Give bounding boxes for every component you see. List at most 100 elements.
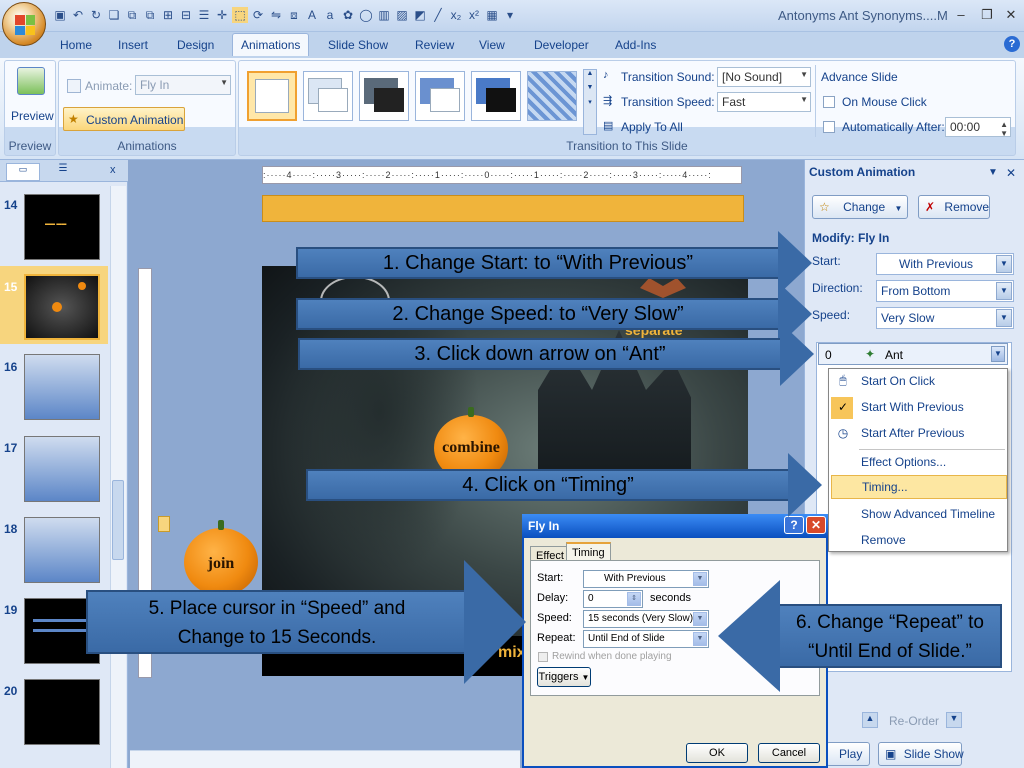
move-up-icon[interactable]: ▲ [862,712,878,728]
tab-timing[interactable]: Timing [566,542,611,562]
slide-thumbnail-16[interactable] [24,354,100,420]
transition-dissolve[interactable] [527,71,577,121]
tab-design[interactable]: Design [177,38,214,52]
tab-animations[interactable]: Animations [232,33,310,56]
transition-sound-select[interactable]: [No Sound] ▼ [717,67,811,87]
shape-icon[interactable]: ◯ [358,7,374,23]
animation-item-ant[interactable]: 0 ✦ Ant ▼ [818,343,1008,365]
chevron-down-icon[interactable]: ▼ [991,346,1005,362]
arrange-icon[interactable]: ⧈ [286,7,302,23]
tab-view[interactable]: View [479,38,505,52]
cancel-button[interactable]: Cancel [758,743,820,763]
speed-select[interactable]: Very Slow ▼ [876,307,1014,329]
line-icon[interactable]: ╱ [430,7,446,23]
tab-home[interactable]: Home [60,38,92,52]
dialog-start-select[interactable]: With Previous ▼ [583,570,709,588]
automatically-after-time[interactable]: 00:00 ▲ ▼ [945,117,1011,138]
apply-to-all-button[interactable]: Apply To All [621,120,683,134]
play-button[interactable]: Play [826,742,870,766]
image-icon[interactable]: ▦ [484,7,500,23]
preview-button[interactable]: Preview [11,109,54,123]
transition-none[interactable] [247,71,297,121]
slide-thumbnail-17[interactable] [24,436,100,502]
tab-insert[interactable]: Insert [118,38,148,52]
rotate-icon[interactable]: ⟳ [250,7,266,23]
close-pane-icon[interactable]: x [110,164,116,176]
select-icon[interactable]: ⬚ [232,7,248,23]
dialog-close-icon[interactable]: ✕ [806,516,826,534]
font-grow-icon[interactable]: A [304,7,320,23]
tab-review[interactable]: Review [415,38,454,52]
subscript-icon[interactable]: x₂ [448,7,464,23]
automatically-after-checkbox[interactable] [823,121,835,133]
bullets-icon[interactable]: ☰ [196,7,212,23]
start-select[interactable]: With Previous ▼ [876,253,1014,275]
group-icon[interactable]: ⧉ [124,7,140,23]
outline-tab-icon[interactable]: ☰ [46,163,80,181]
transition-speed-select[interactable]: Fast ▼ [717,92,811,112]
chart-icon[interactable]: ▥ [376,7,392,23]
superscript-icon[interactable]: x² [466,7,482,23]
on-mouse-click-checkbox[interactable] [823,96,835,108]
minimize-button[interactable]: – [950,6,972,24]
font-shrink-icon[interactable]: a [322,7,338,23]
ungroup-icon[interactable]: ⧉ [142,7,158,23]
rewind-checkbox[interactable] [538,652,548,662]
menu-remove[interactable]: Remove [861,533,906,547]
restore-button[interactable]: ❐ [976,6,998,24]
move-down-icon[interactable]: ▼ [946,712,962,728]
tab-slide-show[interactable]: Slide Show [328,38,388,52]
animate-select[interactable]: Fly In ▼ [135,75,231,95]
clipart-icon[interactable]: ✿ [340,7,356,23]
fill-icon[interactable]: ◩ [412,7,428,23]
office-button[interactable] [2,2,46,46]
redo-icon[interactable]: ↻ [88,7,104,23]
slide-thumbnail-14[interactable]: ▬▬ ▬▬ [24,194,100,260]
transition-cut-black[interactable] [471,71,521,121]
pane-options-icon[interactable]: ▼ [988,167,998,178]
transition-cut[interactable] [415,71,465,121]
direction-select[interactable]: From Bottom ▼ [876,280,1014,302]
transition-fade-black[interactable] [359,71,409,121]
slide-show-button[interactable]: ▣ Slide Show [878,742,964,766]
customize-qat-icon[interactable]: ▾ [502,7,518,23]
dialog-help-icon[interactable]: ? [784,516,804,534]
save-icon[interactable]: ▣ [52,7,68,23]
menu-show-advanced-timeline[interactable]: Show Advanced Timeline [861,507,995,521]
triggers-button[interactable]: Triggers ▼ [537,667,591,687]
gallery-scroll[interactable]: ▲ ▼ ▾ [583,69,597,135]
tab-add-ins[interactable]: Add-Ins [615,38,656,52]
dialog-speed-select[interactable]: 15 seconds (Very Slow) ▼ [583,610,709,628]
slide-thumbnail-18[interactable] [24,517,100,583]
pane-close-icon[interactable]: ✕ [1006,166,1016,180]
flip-icon[interactable]: ⇋ [268,7,284,23]
change-button[interactable]: ☆ Change ▼ [812,195,908,219]
align-icon[interactable]: ⊟ [178,7,194,23]
menu-start-with-previous[interactable]: Start With Previous [861,400,964,414]
dialog-delay-input[interactable]: 0 ⇕ [583,590,643,608]
help-icon[interactable]: ? [1004,36,1020,52]
slides-tab-icon[interactable]: ▭ [6,163,40,181]
slide-thumbnail-20[interactable] [24,679,100,745]
horizontal-scrollbar[interactable] [130,750,520,768]
close-button[interactable]: ✕ [1000,6,1022,24]
menu-start-after-previous[interactable]: Start After Previous [861,426,964,440]
slide-thumbnail-15[interactable] [24,274,100,340]
scroll-thumb[interactable] [112,480,124,560]
regroup-icon[interactable]: ⊞ [160,7,176,23]
pumpkin-join[interactable]: join [184,520,258,596]
crop-icon[interactable]: ✛ [214,7,230,23]
menu-timing[interactable]: Timing... [831,475,1007,499]
menu-effect-options[interactable]: Effect Options... [861,455,946,469]
copy-icon[interactable]: ❏ [106,7,122,23]
dialog-repeat-select[interactable]: Until End of Slide ▼ [583,630,709,648]
tab-developer[interactable]: Developer [534,38,589,52]
picture-icon[interactable]: ▨ [394,7,410,23]
remove-button[interactable]: ✗ Remove [918,195,990,219]
transition-fade-smoothly[interactable] [303,71,353,121]
menu-start-on-click[interactable]: Start On Click [861,374,935,388]
ok-button[interactable]: OK [686,743,748,763]
custom-animation-button[interactable]: ★ Custom Animation [63,107,185,131]
undo-icon[interactable]: ↶ [70,7,86,23]
slides-scrollbar[interactable] [110,186,126,768]
